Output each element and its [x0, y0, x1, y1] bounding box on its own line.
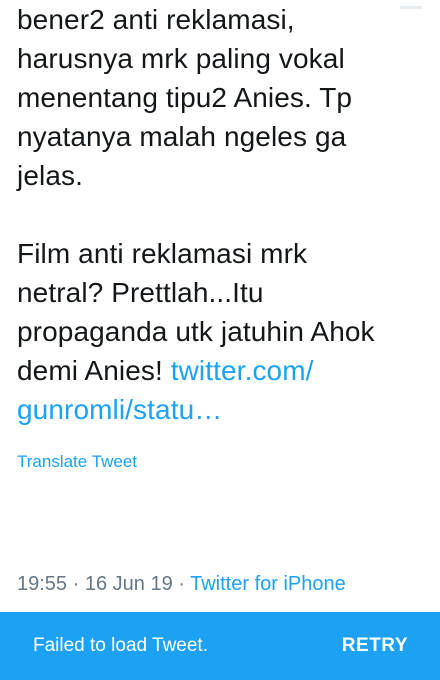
tweet-body: bener2 anti reklamasi, harusnya mrk pali…	[17, 0, 427, 429]
tweet-link-part2[interactable]: gunromli/statu…	[17, 394, 222, 425]
tweet-text-line: netral? Prettlah...Itu	[17, 277, 264, 308]
tweet-text-line: jelas.	[17, 160, 83, 191]
snackbar-message: Failed to load Tweet.	[33, 635, 208, 656]
tweet-link-part1[interactable]: twitter.com/	[171, 355, 314, 386]
tweet-text-line: Film anti reklamasi mrk	[17, 238, 308, 269]
translate-tweet-link[interactable]: Translate Tweet	[17, 452, 137, 472]
tweet-text-fragment: demi Anies!	[17, 355, 171, 386]
error-snackbar: Failed to load Tweet. RETRY	[0, 612, 440, 680]
retry-button[interactable]: RETRY	[342, 635, 408, 657]
tweet-text-line: propaganda utk jatuhin Ahok	[17, 316, 375, 347]
tweet-text: bener2 anti reklamasi, harusnya mrk pali…	[17, 0, 427, 429]
tweet-meta: 19:55 · 16 Jun 19 · Twitter for iPhone	[17, 573, 346, 596]
tweet-text-line: harusnya mrk paling vokal	[17, 43, 345, 74]
meta-separator: ·	[67, 573, 85, 595]
tweet-time: 19:55	[17, 573, 68, 595]
tweet-text-line: menentang tipu2 Anies. Tp	[17, 82, 353, 113]
tweet-date: 16 Jun 19	[84, 573, 173, 595]
tweet-text-line: demi Anies! twitter.com/	[17, 351, 427, 390]
tweet-source-link[interactable]: Twitter for iPhone	[190, 573, 346, 595]
tweet-text-line: nyatanya malah ngeles ga	[17, 121, 347, 152]
tweet-text-line: bener2 anti reklamasi,	[17, 4, 295, 35]
meta-separator: ·	[172, 573, 191, 595]
tweet-text-line: gunromli/statu…	[17, 390, 427, 429]
